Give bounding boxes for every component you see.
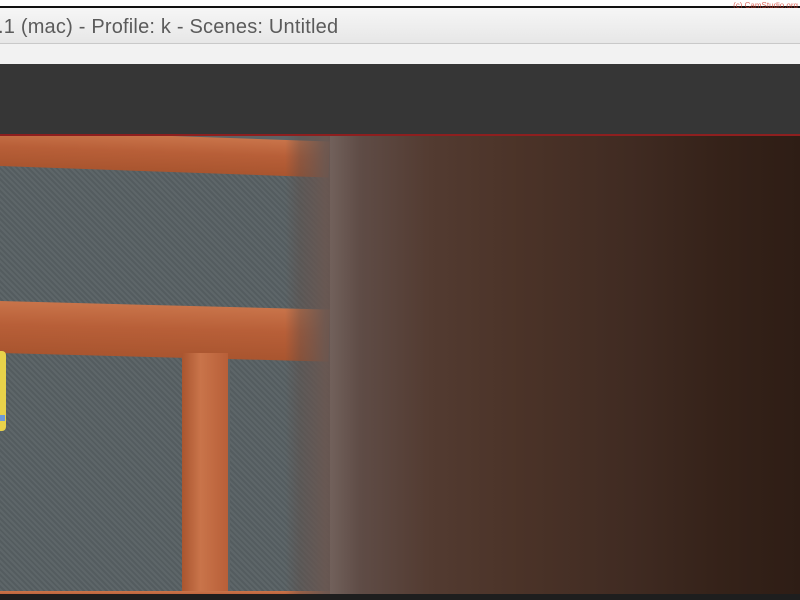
window-title: .1 (mac) - Profile: k - Scenes: Untitled bbox=[0, 16, 339, 38]
toolbar bbox=[0, 64, 800, 134]
title-gap bbox=[0, 44, 800, 64]
camera-preview bbox=[0, 134, 800, 594]
screen-frame-top bbox=[0, 0, 800, 8]
blurred-foreground bbox=[0, 136, 800, 594]
bottom-strip bbox=[0, 594, 800, 600]
title-bar: .1 (mac) - Profile: k - Scenes: Untitled bbox=[0, 8, 800, 44]
